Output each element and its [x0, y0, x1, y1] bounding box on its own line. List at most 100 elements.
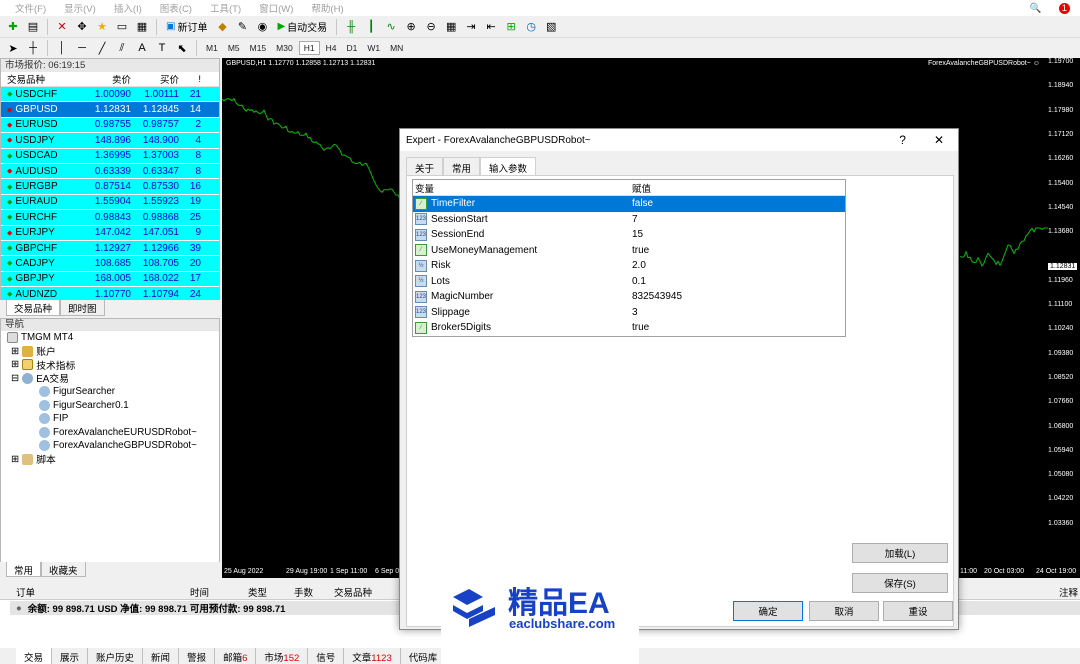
menu-chart[interactable]: 图表(C) [151, 1, 201, 15]
candle-chart-icon[interactable]: ┃ [362, 18, 380, 36]
col-lots[interactable]: 手数 [294, 585, 334, 599]
trendline-icon[interactable]: ╱ [93, 39, 111, 57]
nav-item-accounts[interactable]: ⊞ 账户 [1, 345, 219, 358]
metaeditor-icon[interactable]: ✎ [233, 18, 251, 36]
tab-code-base[interactable]: 代码库 [401, 648, 447, 664]
quote-row[interactable]: ◆ EURAUD 1.55904 1.55923 19 [1, 194, 219, 211]
ok-button[interactable]: 确定 [733, 601, 803, 621]
tab-market[interactable]: 市场152 [256, 648, 309, 664]
template-icon[interactable]: ▧ [542, 18, 560, 36]
param-row[interactable]: 123 Slippage 3 [413, 305, 845, 321]
tab-history[interactable]: 账户历史 [88, 648, 144, 664]
timeframe-h4[interactable]: H4 [322, 42, 341, 54]
expert-item[interactable]: ForexAvalancheEURUSDRobot~ [1, 426, 219, 440]
tab-news[interactable]: 新闻 [143, 648, 180, 664]
quote-row[interactable]: ◆ USDCHF 1.00090 1.00111 21 [1, 87, 219, 103]
nav-item-scripts[interactable]: ⊞ 脚本 [1, 453, 219, 466]
tester-icon[interactable]: ▦ [133, 18, 151, 36]
param-row[interactable]: ½ Lots 0.1 [413, 274, 845, 290]
nav-root[interactable]: TMGM MT4 [1, 331, 219, 345]
quote-row[interactable]: ◆ GBPJPY 168.005 168.022 17 [1, 271, 219, 288]
quote-row[interactable]: ◆ EURUSD 0.98755 0.98757 2 [1, 117, 219, 134]
nav-item-experts[interactable]: ⊟ EA交易 [1, 372, 219, 385]
tab-tick-chart[interactable]: 即时图 [60, 300, 105, 316]
profiles-icon[interactable]: ▤ [24, 18, 42, 36]
param-value[interactable]: 832543945 [629, 291, 682, 302]
tab-common[interactable]: 常用 [6, 562, 42, 577]
menu-file[interactable]: 文件(F) [6, 1, 55, 15]
shift-icon[interactable]: ⇤ [482, 18, 500, 36]
cancel-button[interactable]: 取消 [809, 601, 879, 621]
param-value[interactable]: false [629, 198, 653, 209]
tab-alerts[interactable]: 警报 [179, 648, 216, 664]
tab-symbols[interactable]: 交易品种 [6, 300, 61, 316]
menu-insert[interactable]: 插入(I) [105, 1, 151, 15]
navigator-icon[interactable]: ✥ [73, 18, 91, 36]
param-row[interactable]: 123 SessionStart 7 [413, 212, 845, 228]
param-value[interactable]: 15 [629, 229, 643, 240]
text-icon[interactable]: A [133, 39, 151, 57]
param-value[interactable]: 3 [629, 307, 638, 318]
expert-item[interactable]: FIP [1, 412, 219, 426]
header-symbol[interactable]: 交易品种 [1, 72, 87, 86]
param-row[interactable]: 123 SessionEnd 15 [413, 227, 845, 243]
horizontal-line-icon[interactable]: ─ [73, 39, 91, 57]
menu-help[interactable]: 帮助(H) [302, 1, 352, 15]
tab-articles[interactable]: 文章1123 [344, 648, 401, 664]
param-value[interactable]: 0.1 [629, 276, 646, 287]
gold-icon[interactable]: ◆ [213, 18, 231, 36]
signals-icon[interactable]: ◉ [253, 18, 271, 36]
timeframe-m30[interactable]: M30 [272, 42, 297, 54]
timeframe-d1[interactable]: D1 [342, 42, 361, 54]
param-value[interactable]: true [629, 245, 649, 256]
auto-trade-button[interactable]: ▶ 自动交易 [273, 18, 331, 36]
line-chart-icon[interactable]: ∿ [382, 18, 400, 36]
favorites-icon[interactable]: ★ [93, 18, 111, 36]
menu-window[interactable]: 窗口(W) [250, 1, 302, 15]
nav-item-indicators[interactable]: ⊞ 技术指标 [1, 358, 219, 372]
channel-icon[interactable]: ⫽ [113, 39, 131, 57]
cursor-icon[interactable]: ➤ [4, 39, 22, 57]
terminal-icon[interactable]: ▭ [113, 18, 131, 36]
tab-exposure[interactable]: 展示 [52, 648, 89, 664]
col-time[interactable]: 时间 [190, 585, 248, 599]
tile-icon[interactable]: ▦ [442, 18, 460, 36]
period-icon[interactable]: ◷ [522, 18, 540, 36]
quote-row[interactable]: ◆ EURGBP 0.87514 0.87530 16 [1, 179, 219, 195]
arrows-icon[interactable]: ⬉ [173, 39, 191, 57]
col-comment[interactable]: 注释 [1059, 585, 1080, 599]
param-value[interactable]: 7 [629, 214, 638, 225]
close-button[interactable]: ✕ [934, 133, 944, 147]
quote-row[interactable]: ◆ EURCHF 0.98843 0.98868 25 [1, 210, 219, 226]
menu-view[interactable]: 显示(V) [55, 1, 105, 15]
indicators-icon[interactable]: ⊞ [502, 18, 520, 36]
market-watch-icon[interactable]: ✕ [53, 18, 71, 36]
col-order[interactable]: 订单 [0, 585, 190, 599]
timeframe-w1[interactable]: W1 [363, 42, 384, 54]
col-symbol[interactable]: 交易品种 [334, 585, 394, 599]
param-value[interactable]: 2.0 [629, 260, 646, 271]
tab-trade[interactable]: 交易 [16, 648, 53, 664]
param-row[interactable]: ⁄ Broker5Digits true [413, 320, 845, 336]
quote-row[interactable]: ◆ USDJPY 148.896 148.900 4 [1, 133, 219, 149]
header-value[interactable]: 赋值 [629, 181, 651, 195]
tab-signals[interactable]: 信号 [308, 648, 345, 664]
help-button[interactable]: ? [899, 133, 906, 147]
save-button[interactable]: 保存(S) [852, 573, 948, 593]
new-order-button[interactable]: ▣ 新订单 [162, 18, 211, 36]
quote-row[interactable]: ◆ CADJPY 108.685 108.705 20 [1, 256, 219, 272]
param-row[interactable]: ½ Risk 2.0 [413, 258, 845, 274]
crosshair-icon[interactable]: ┼ [24, 39, 42, 57]
header-variable[interactable]: 变量 [413, 181, 629, 195]
quote-row[interactable]: ◆ GBPCHF 1.12927 1.12966 39 [1, 240, 219, 257]
zoom-out-icon[interactable]: ⊖ [422, 18, 440, 36]
scroll-icon[interactable]: ⇥ [462, 18, 480, 36]
timeframe-h1[interactable]: H1 [298, 41, 320, 55]
quote-row[interactable]: ◆ GBPUSD 1.12831 1.12845 14 [1, 102, 219, 118]
zoom-in-icon[interactable]: ⊕ [402, 18, 420, 36]
expert-item[interactable]: FigurSearcher [1, 385, 219, 399]
label-icon[interactable]: T [153, 39, 171, 57]
param-row[interactable]: ⁄ TimeFilter false [413, 196, 845, 212]
timeframe-m15[interactable]: M15 [246, 42, 271, 54]
param-row[interactable]: ⁄ UseMoneyManagement true [413, 243, 845, 259]
